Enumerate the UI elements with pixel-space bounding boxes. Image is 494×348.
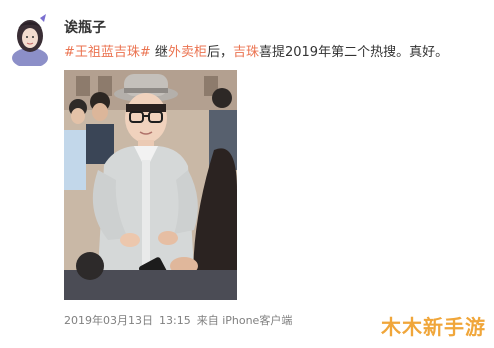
post-meta: 2019年03月13日 13:15 来自 iPhone客户端 [64, 312, 298, 328]
post-text-segment: 喜提2019年第二个热搜。真好。 [258, 45, 449, 60]
post-text: #王祖蓝吉珠# 继外卖柜后，吉珠喜提2019年第二个热搜。真好。 [64, 44, 448, 62]
post-source[interactable]: 来自 iPhone客户端 [197, 314, 293, 327]
watermark: 木木新手游 [381, 315, 486, 339]
post-photo[interactable] [64, 70, 237, 300]
mention-link-waimaigui[interactable]: 外卖柜 [168, 45, 207, 60]
weibo-post: 诶瓶子 #王祖蓝吉珠# 继外卖柜后，吉珠喜提2019年第二个热搜。真好。 201… [0, 0, 494, 348]
post-time[interactable]: 13:15 [159, 314, 191, 327]
mention-link-jizhu[interactable]: 吉珠 [233, 45, 259, 60]
post-date[interactable]: 2019年03月13日 [64, 314, 153, 327]
avatar[interactable] [10, 14, 50, 66]
author-name[interactable]: 诶瓶子 [64, 17, 106, 37]
topic-link[interactable]: #王祖蓝吉珠# [64, 45, 151, 60]
post-text-segment: 后， [206, 45, 233, 60]
post-text-segment: 继 [150, 45, 168, 60]
